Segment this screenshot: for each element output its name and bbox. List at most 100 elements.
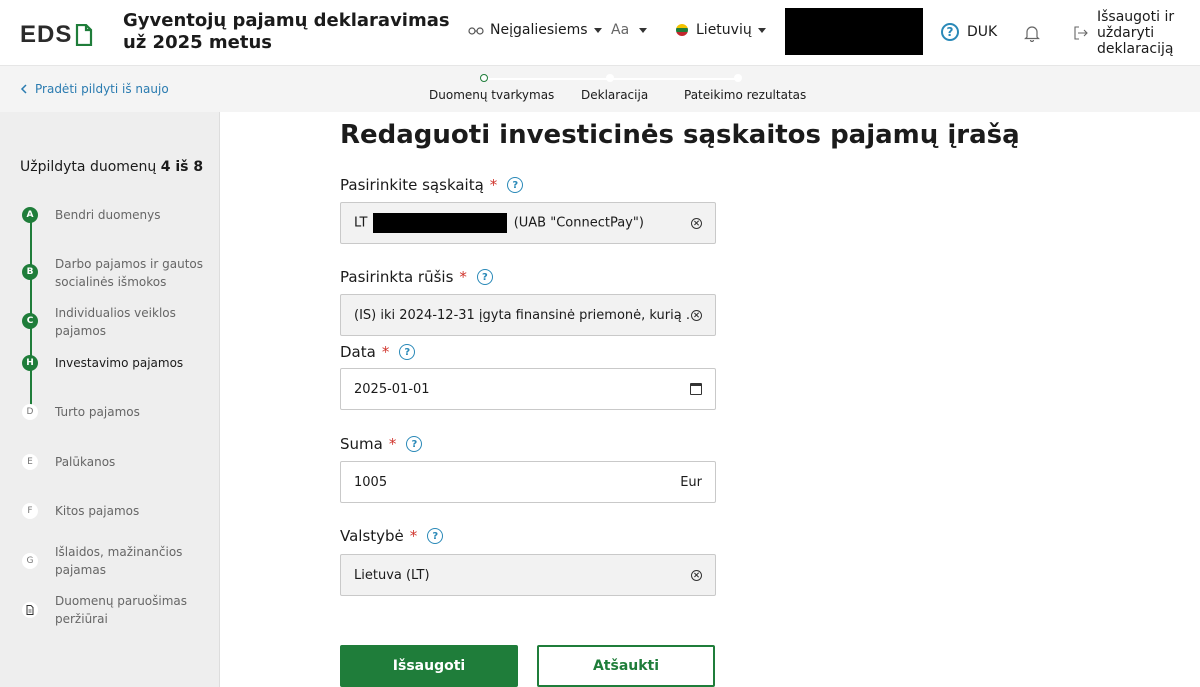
faq-label: DUK (967, 24, 998, 40)
step-indicator: Duomenų tvarkymas Deklaracija Pateikimo … (410, 66, 820, 112)
sidebar-item-label: Investavimo pajamos (55, 356, 184, 370)
sidebar-item-kitos[interactable]: F Kitos pajamos (22, 503, 212, 520)
sidebar-item-investavimo[interactable]: H Investavimo pajamos (22, 355, 212, 372)
step-dot (734, 74, 742, 82)
country-label-text: Valstybė (340, 527, 404, 545)
step-badge: D (22, 404, 38, 420)
font-size-menu[interactable]: Aa (611, 22, 648, 38)
type-label: Pasirinkta rūšis * ? (340, 268, 493, 286)
sidebar-item-bendri[interactable]: A Bendri duomenys (22, 207, 212, 224)
language-menu[interactable]: Lietuvių (676, 22, 766, 38)
required-asterisk: * (388, 435, 397, 453)
top-bar: EDS Gyventojų pajamų deklaravimas už 202… (0, 0, 1200, 66)
account-select[interactable]: LT (UAB "ConnectPay") (340, 202, 716, 244)
save-and-close-link[interactable]: Išsaugoti ir uždaryti deklaraciją (1074, 9, 1187, 57)
sidebar-item-islaidos[interactable]: G Išlaidos, mažinančios pajamas (22, 544, 212, 579)
progress-title: Užpildyta duomenų 4 iš 8 (20, 159, 203, 175)
account-suffix: (UAB "ConnectPay") (513, 215, 644, 231)
date-label-text: Data (340, 343, 376, 361)
amount-label: Suma * ? (340, 435, 423, 453)
language-label: Lietuvių (696, 22, 752, 38)
sidebar-item-label: Individualios veiklos pajamos (55, 306, 176, 338)
calendar-icon[interactable] (690, 383, 702, 395)
step-dot-current (480, 74, 488, 82)
step-badge: G (22, 553, 38, 569)
country-select[interactable]: Lietuva (LT) (340, 554, 716, 596)
chevron-down-icon (593, 27, 602, 33)
sidebar-item-label: Bendri duomenys (55, 208, 161, 222)
required-asterisk: * (489, 176, 498, 194)
account-value: LT (UAB "ConnectPay") (354, 213, 691, 233)
progress-bar: Pradėti pildyti iš naujo Duomenų tvarkym… (0, 66, 1200, 112)
sidebar-item-label: Duomenų paruošimas peržiūrai (55, 594, 188, 626)
main-content: Redaguoti investicinės sąskaitos pajamų … (221, 112, 1200, 687)
account-prefix: LT (354, 215, 368, 231)
sidebar-item-label: Turto pajamos (55, 405, 140, 419)
restart-label: Pradėti pildyti iš naujo (35, 82, 169, 96)
redacted-account-number (372, 213, 507, 233)
sidebar: Užpildyta duomenų 4 iš 8 A Bendri duomen… (0, 112, 220, 687)
required-asterisk: * (381, 343, 390, 361)
redacted-user-info (785, 8, 923, 55)
logo-text: EDS (20, 21, 73, 48)
faq-link[interactable]: ? DUK (941, 23, 997, 41)
sidebar-item-palukanos[interactable]: E Palūkanos (22, 454, 212, 471)
sidebar-item-label: Darbo pajamos ir gautos socialinės išmok… (55, 257, 204, 289)
eds-logo[interactable]: EDS (20, 21, 93, 49)
date-label: Data * ? (340, 343, 416, 361)
country-label: Valstybė * ? (340, 527, 444, 545)
step-badge: E (22, 454, 38, 470)
help-icon[interactable]: ? (406, 436, 423, 452)
progress-count: 4 iš 8 (160, 159, 204, 175)
font-size-label: Aa (611, 22, 630, 38)
step-label: Duomenų tvarkymas (429, 88, 555, 102)
sidebar-item-individualios[interactable]: C Individualios veiklos pajamos (22, 305, 212, 340)
step-badge: H (22, 355, 38, 371)
type-value: (IS) iki 2024-12-31 įgyta finansinė prie… (354, 307, 691, 323)
step-badge: F (22, 503, 38, 519)
sidebar-item-label: Išlaidos, mažinančios pajamas (55, 545, 183, 577)
glasses-icon (468, 27, 484, 35)
step-badge: A (22, 207, 38, 223)
currency-unit: Eur (680, 474, 702, 490)
sidebar-item-perziura[interactable]: Duomenų paruošimas peržiūrai (22, 593, 212, 628)
type-select[interactable]: (IS) iki 2024-12-31 įgyta finansinė prie… (340, 294, 716, 336)
notifications-button[interactable] (1024, 24, 1040, 42)
required-asterisk: * (409, 527, 418, 545)
country-value: Lietuva (LT) (354, 567, 430, 583)
save-button[interactable]: Išsaugoti (340, 645, 518, 687)
logo-document-icon (76, 24, 93, 46)
progress-prefix: Užpildyta duomenų (20, 159, 157, 175)
account-label: Pasirinkite sąskaitą * ? (340, 176, 524, 194)
step-label: Deklaracija (581, 88, 649, 102)
help-icon[interactable]: ? (507, 177, 524, 193)
step-badge: C (22, 313, 38, 329)
account-label-text: Pasirinkite sąskaitą (340, 176, 484, 194)
sidebar-item-label: Palūkanos (55, 455, 116, 469)
amount-input[interactable]: 1005 Eur (340, 461, 716, 503)
chevron-down-icon (639, 27, 648, 33)
sidebar-item-darbo[interactable]: B Darbo pajamos ir gautos socialinės išm… (22, 256, 212, 291)
accessibility-menu[interactable]: Neįgaliesiems (468, 22, 602, 38)
chevron-left-icon (20, 84, 27, 94)
lithuania-flag-icon (676, 24, 688, 36)
help-icon[interactable]: ? (427, 528, 444, 544)
question-circle-icon: ? (941, 23, 959, 41)
save-and-close-label: Išsaugoti ir uždaryti deklaraciją (1097, 9, 1175, 57)
step-label: Pateikimo rezultatas (684, 88, 807, 102)
date-input[interactable]: 2025-01-01 (340, 368, 716, 410)
clear-icon[interactable] (691, 217, 702, 229)
cancel-button[interactable]: Atšaukti (537, 645, 715, 687)
step-badge: B (22, 264, 38, 280)
help-icon[interactable]: ? (399, 344, 416, 360)
date-value: 2025-01-01 (354, 381, 430, 397)
bell-icon (1024, 26, 1040, 42)
help-icon[interactable]: ? (476, 269, 493, 285)
accessibility-label: Neįgaliesiems (490, 22, 588, 38)
sidebar-item-turto[interactable]: D Turto pajamos (22, 404, 212, 421)
restart-link[interactable]: Pradėti pildyti iš naujo (20, 82, 169, 96)
amount-label-text: Suma (340, 435, 383, 453)
clear-icon[interactable] (691, 309, 702, 321)
app-title: Gyventojų pajamų deklaravimas už 2025 me… (123, 10, 450, 53)
clear-icon[interactable] (691, 569, 702, 581)
